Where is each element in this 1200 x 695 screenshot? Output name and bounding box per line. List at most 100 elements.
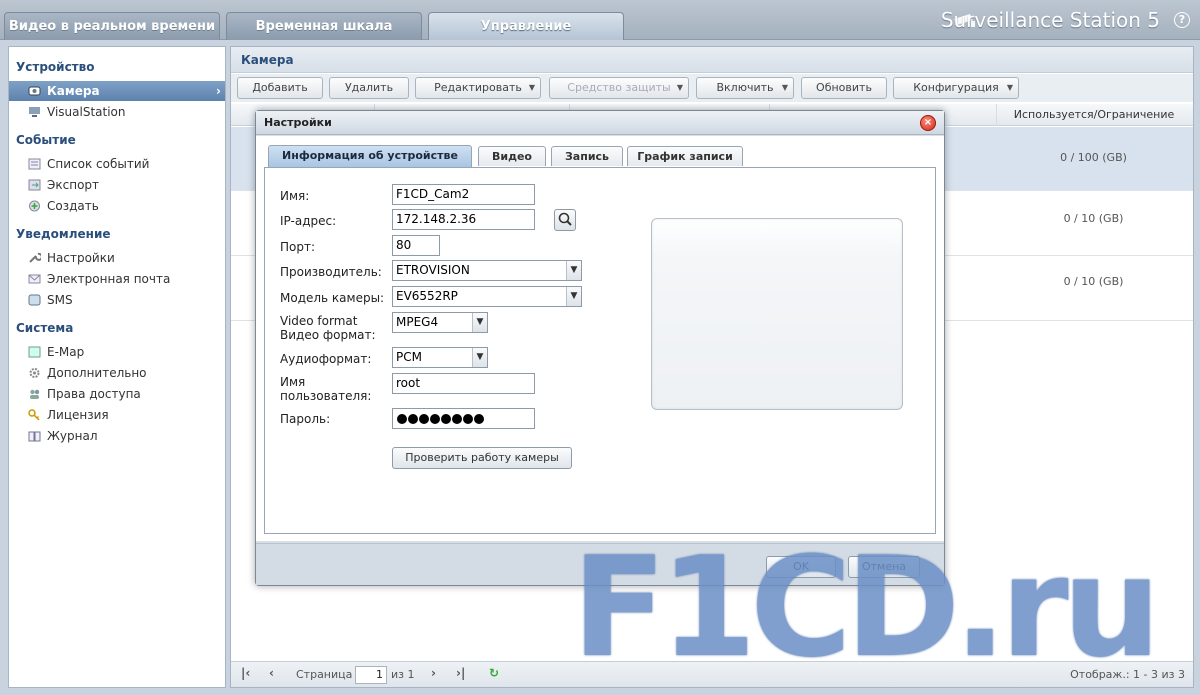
section-title-event: Событие <box>16 133 76 147</box>
sidebar-item-advanced[interactable]: Дополнительно <box>9 363 225 383</box>
watermark-logo: F1CD.ru <box>572 527 1161 688</box>
protection-button[interactable]: Средство защиты ▼ <box>549 77 689 99</box>
chevron-down-icon: ▼ <box>472 348 487 367</box>
dialog-title: Настройки <box>256 111 944 135</box>
page-label: Страница <box>296 668 353 681</box>
name-label: Имя: <box>280 189 310 203</box>
search-button[interactable] <box>554 209 576 231</box>
sidebar-item-event-list[interactable]: Список событий <box>9 154 225 174</box>
tab-timeline[interactable]: Временная шкала <box>226 12 422 40</box>
sidebar: Устройство Камера › VisualStation Событи… <box>8 46 226 688</box>
password-mask-dot <box>430 414 440 424</box>
sidebar-item-label: Журнал <box>47 429 98 443</box>
section-title-system: Система <box>16 321 74 335</box>
configuration-button-label: Конфигурация <box>913 81 999 94</box>
configuration-button[interactable]: Конфигурация ▼ <box>893 77 1019 99</box>
test-camera-button[interactable]: Проверить работу камеры <box>392 447 572 469</box>
sidebar-item-label: SMS <box>47 293 73 307</box>
tab-live-view[interactable]: Видео в реальном времени <box>4 12 220 40</box>
video-format-label-en: Video format <box>280 314 358 328</box>
enable-button[interactable]: Включить ▼ <box>696 77 794 99</box>
tab-recording-schedule[interactable]: График записи <box>627 146 743 166</box>
delete-button[interactable]: Удалить <box>329 77 409 99</box>
vendor-select[interactable]: ETROVISION ▼ <box>392 260 582 281</box>
sidebar-item-emap[interactable]: E-Map <box>9 342 225 362</box>
add-button[interactable]: Добавить <box>237 77 323 99</box>
section-title-notification: Уведомление <box>16 227 111 241</box>
edit-button[interactable]: Редактировать ▼ <box>415 77 541 99</box>
refresh-icon[interactable]: ↻ <box>489 666 499 680</box>
sidebar-item-label: Создать <box>47 199 99 213</box>
dropdown-arrow-icon: ▼ <box>781 83 788 92</box>
column-header-usage[interactable]: Используется/Ограничение <box>996 104 1191 126</box>
sidebar-item-label: Камера <box>47 84 100 98</box>
tab-video[interactable]: Видео <box>478 146 546 166</box>
usage-cell: 0 / 10 (GB) <box>1063 212 1124 225</box>
first-page-icon[interactable]: |‹ <box>241 666 250 680</box>
sidebar-item-email[interactable]: Электронная почта <box>9 269 225 289</box>
chevron-right-icon: › <box>216 84 221 98</box>
usage-cell: 0 / 10 (GB) <box>1063 275 1124 288</box>
book-icon <box>28 431 41 442</box>
video-format-select[interactable]: MPEG4 ▼ <box>392 312 488 333</box>
model-value: EV6552RP <box>396 289 458 303</box>
next-page-icon[interactable]: › <box>431 666 436 680</box>
tab-management[interactable]: Управление <box>428 12 624 40</box>
vendor-label: Производитель: <box>280 265 382 279</box>
sidebar-item-label: Права доступа <box>47 387 141 401</box>
password-label: Пароль: <box>280 412 331 426</box>
mail-icon <box>28 274 41 284</box>
close-icon[interactable]: × <box>920 115 936 131</box>
port-field[interactable]: 80 <box>392 235 440 256</box>
dropdown-arrow-icon: ▼ <box>676 83 683 92</box>
map-icon <box>28 346 41 358</box>
key-icon <box>28 409 40 421</box>
sidebar-item-create[interactable]: Создать <box>9 196 225 216</box>
toolbar: Добавить Удалить Редактировать ▼ Средство… <box>231 74 1193 102</box>
visualstation-icon <box>29 107 40 117</box>
password-mask-dot <box>408 414 418 424</box>
sidebar-item-label: Дополнительно <box>47 366 147 380</box>
tab-device-info[interactable]: Информация об устройстве <box>268 145 472 167</box>
name-field[interactable]: F1CD_Cam2 <box>392 184 535 205</box>
sidebar-item-license[interactable]: Лицензия <box>9 405 225 425</box>
username-label-line2: пользователя: <box>280 389 372 403</box>
video-format-label-ru: Видео формат: <box>280 328 376 342</box>
brand-title: Surveillance Station 5 <box>940 8 1160 32</box>
ip-label: IP-адрес: <box>280 214 337 228</box>
chevron-down-icon: ▼ <box>472 313 487 332</box>
page-title: Камера <box>231 47 1193 73</box>
sidebar-item-camera[interactable]: Камера › <box>9 81 225 101</box>
sidebar-item-access-rights[interactable]: Права доступа <box>9 384 225 404</box>
tab-recording[interactable]: Запись <box>551 146 623 166</box>
username-field[interactable]: root <box>392 373 535 394</box>
sidebar-item-label: Список событий <box>47 157 150 171</box>
model-select[interactable]: EV6552RP ▼ <box>392 286 582 307</box>
sidebar-item-visualstation[interactable]: VisualStation <box>9 102 225 122</box>
create-icon <box>29 200 40 212</box>
refresh-button[interactable]: Обновить <box>801 77 887 99</box>
last-page-icon[interactable]: ›| <box>456 666 465 680</box>
password-field[interactable] <box>392 408 535 429</box>
gear-icon <box>29 368 40 378</box>
sidebar-item-settings[interactable]: Настройки <box>9 248 225 268</box>
help-icon[interactable]: ? <box>1174 12 1190 28</box>
sidebar-item-export[interactable]: Экспорт <box>9 175 225 195</box>
list-icon <box>28 158 41 170</box>
audio-format-label: Аудиоформат: <box>280 352 372 366</box>
users-icon <box>30 389 40 399</box>
sidebar-item-label: VisualStation <box>47 105 126 119</box>
chevron-down-icon: ▼ <box>566 287 581 306</box>
page-number-input[interactable]: 1 <box>355 666 387 684</box>
camera-preview <box>651 218 903 410</box>
audio-format-select[interactable]: PCM ▼ <box>392 347 488 368</box>
prev-page-icon[interactable]: ‹ <box>269 666 274 680</box>
sidebar-item-log[interactable]: Журнал <box>9 426 225 446</box>
sidebar-item-sms[interactable]: SMS <box>9 290 225 310</box>
ip-field[interactable]: 172.148.2.36 <box>392 209 535 230</box>
password-mask-dot <box>441 414 451 424</box>
search-icon <box>558 212 572 226</box>
video-format-value: MPEG4 <box>396 315 439 329</box>
section-title-device: Устройство <box>16 60 95 74</box>
username-label-line1: Имя <box>280 375 306 389</box>
